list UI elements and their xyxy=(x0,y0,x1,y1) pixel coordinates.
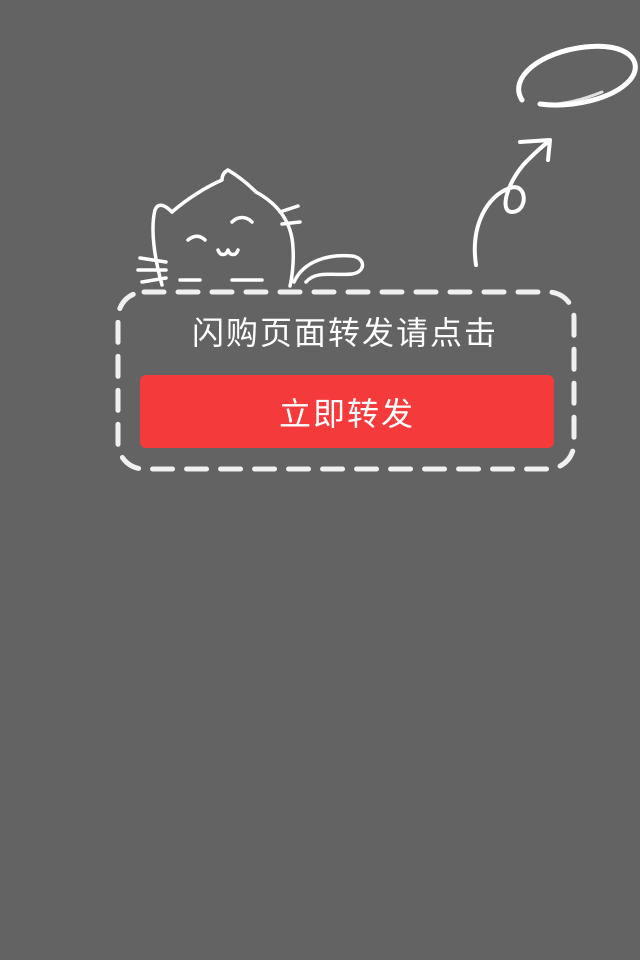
share-hint-text: 闪购页面转发请点击 xyxy=(191,314,498,352)
cat-doodle-icon xyxy=(136,168,365,288)
share-guide-overlay: 闪购页面转发请点击 立即转发 xyxy=(0,0,640,960)
circle-doodle-icon xyxy=(516,43,638,108)
arrow-doodle-icon xyxy=(472,138,552,267)
share-now-button[interactable]: 立即转发 xyxy=(140,375,554,448)
doodle-layer xyxy=(115,43,638,472)
